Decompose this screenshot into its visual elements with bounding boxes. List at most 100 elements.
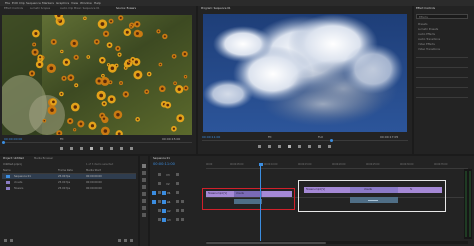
prog-mark-in-icon[interactable] <box>258 145 261 148</box>
source-scrubber[interactable] <box>2 142 192 143</box>
track-target-a3[interactable] <box>162 217 166 222</box>
clip-flowers-right[interactable]: flowers.mp4 [V] <box>304 187 350 193</box>
tab-program[interactable]: Program: Sequence 01 <box>201 7 231 10</box>
timeline-playhead-handle[interactable] <box>258 163 263 166</box>
prog-step-back-icon[interactable] <box>278 145 281 148</box>
tab-project[interactable]: Project: Untitled <box>3 157 24 160</box>
track-header-v1[interactable]: V1 <box>152 189 202 197</box>
menu-markers[interactable]: Markers <box>42 1 54 5</box>
solo-icon[interactable] <box>181 200 184 203</box>
program-playhead[interactable] <box>330 138 333 142</box>
solo-icon[interactable] <box>181 209 184 212</box>
effects-item-audio-effects[interactable]: Audio Effects <box>418 33 435 36</box>
lock-icon[interactable] <box>158 191 161 194</box>
menu-file[interactable]: File <box>5 1 10 5</box>
track-target-a2[interactable] <box>162 208 166 213</box>
overwrite-icon[interactable] <box>120 147 123 150</box>
hand-tool-icon[interactable] <box>142 206 146 210</box>
tab-effect-controls[interactable]: Effect Controls <box>4 7 23 10</box>
effects-item-presets[interactable]: Presets <box>418 23 427 26</box>
track-header-a3[interactable]: A3 <box>152 216 202 224</box>
effects-search-input[interactable]: Effects <box>416 14 468 19</box>
clip-flowers-left[interactable]: flowers.mp4 [V] <box>206 191 234 197</box>
prog-play-icon[interactable] <box>288 145 291 148</box>
pen-tool-icon[interactable] <box>142 199 146 203</box>
lock-icon[interactable] <box>158 173 161 176</box>
razor-tool-icon[interactable] <box>142 185 146 189</box>
lift-icon[interactable] <box>308 145 311 148</box>
source-timecode-current[interactable]: 00:00:00:00 <box>4 137 22 141</box>
type-tool-icon[interactable] <box>142 213 146 217</box>
source-playhead[interactable] <box>2 140 5 144</box>
menu-clip[interactable]: Clip <box>19 1 25 5</box>
lock-icon[interactable] <box>158 182 161 185</box>
timeline-scrollbar[interactable] <box>206 241 468 244</box>
lock-icon[interactable] <box>158 218 161 221</box>
effects-item-video-transitions[interactable]: Video Transitions <box>418 48 440 51</box>
tab-lumetri-scopes[interactable]: Lumetri Scopes <box>30 7 50 10</box>
menu-sequence[interactable]: Sequence <box>26 1 41 5</box>
track-header-v2[interactable]: V2 <box>152 180 202 188</box>
menu-edit[interactable]: Edit <box>12 1 18 5</box>
clip-audio-right[interactable] <box>350 197 398 203</box>
step-forward-icon[interactable] <box>100 147 103 150</box>
menu-graphics[interactable]: Graphics <box>56 1 69 5</box>
source-patch-a1[interactable] <box>152 199 156 204</box>
prog-step-forward-icon[interactable] <box>298 145 301 148</box>
timeline-timecode[interactable]: 00:00:11:00 <box>153 162 175 166</box>
effects-item-audio-transitions[interactable]: Audio Transitions <box>418 38 440 41</box>
mark-out-icon[interactable] <box>70 147 73 150</box>
tab-audio-clip-mixer[interactable]: Audio Clip Mixer: Sequence 01 <box>60 7 100 10</box>
export-frame-icon[interactable] <box>130 147 133 150</box>
table-row[interactable]: clouds 25.00 fps 00:00:00:00 <box>2 180 136 185</box>
list-view-icon[interactable] <box>4 239 7 242</box>
track-select-tool-icon[interactable] <box>142 171 146 175</box>
clip-clouds-right[interactable]: clouds <box>350 187 398 193</box>
tab-source[interactable]: Source: flowers <box>116 7 136 10</box>
tab-media-browser[interactable]: Media Browser <box>34 157 53 160</box>
insert-icon[interactable] <box>110 147 113 150</box>
mute-icon[interactable] <box>176 209 179 212</box>
extract-icon[interactable] <box>318 145 321 148</box>
track-header-v3[interactable]: V3 <box>152 171 202 179</box>
mute-icon[interactable] <box>176 218 179 221</box>
ripple-edit-tool-icon[interactable] <box>142 178 146 182</box>
effects-item-video-effects[interactable]: Video Effects <box>418 43 435 46</box>
table-row[interactable]: flowers 25.00 fps 00:00:00:00 <box>2 186 136 191</box>
program-scrubber[interactable] <box>202 140 408 141</box>
menu-view[interactable]: View <box>71 1 78 5</box>
program-quality-select[interactable]: Full <box>318 135 323 139</box>
lock-icon[interactable] <box>158 200 161 203</box>
eye-icon[interactable] <box>176 191 179 194</box>
menu-window[interactable]: Window <box>80 1 92 5</box>
clip-flowers-right-2[interactable]: fx <box>398 187 442 193</box>
tab-sequence[interactable]: Sequence 01 <box>153 157 170 160</box>
program-timecode-current[interactable]: 00:00:11:00 <box>202 135 220 139</box>
mark-in-icon[interactable] <box>60 147 63 150</box>
clip-flowers-left-2[interactable] <box>262 191 292 197</box>
program-fit-select[interactable]: Fit <box>268 135 272 139</box>
mute-icon[interactable] <box>176 200 179 203</box>
new-bin-icon[interactable] <box>118 239 121 242</box>
timeline-scroll-thumb[interactable] <box>206 241 326 244</box>
clip-clouds-left[interactable]: clouds <box>234 191 262 197</box>
track-header-a2[interactable]: A2 <box>152 207 202 215</box>
new-item-icon[interactable] <box>124 239 127 242</box>
eye-icon[interactable] <box>176 173 179 176</box>
lock-icon[interactable] <box>158 209 161 212</box>
track-target-v1[interactable] <box>162 190 166 195</box>
table-row[interactable]: Sequence 01 25.00 fps 00:00:00:00 <box>2 174 136 179</box>
timeline-playhead[interactable] <box>260 164 261 244</box>
track-target-a1[interactable] <box>162 199 166 204</box>
trash-icon[interactable] <box>130 239 133 242</box>
menu-help[interactable]: Help <box>94 1 101 5</box>
clip-audio-left[interactable] <box>234 199 262 204</box>
track-header-a1[interactable]: A1 <box>152 198 202 206</box>
selection-tool-icon[interactable] <box>142 164 146 168</box>
eye-icon[interactable] <box>176 182 179 185</box>
step-back-icon[interactable] <box>80 147 83 150</box>
prog-export-frame-icon[interactable] <box>328 145 331 148</box>
play-icon[interactable] <box>90 147 93 150</box>
icon-view-icon[interactable] <box>10 239 13 242</box>
source-patch-v1[interactable] <box>152 190 156 195</box>
